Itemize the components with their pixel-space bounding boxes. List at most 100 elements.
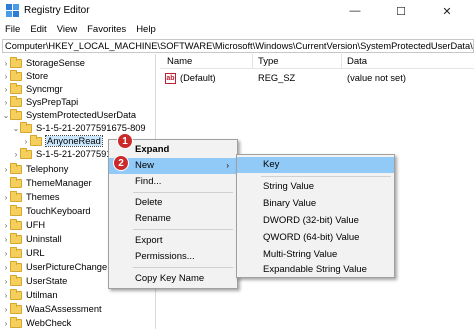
tree-item-label: Utilman [26,290,58,300]
tree-item-syncmgr[interactable]: › Syncmgr [2,82,63,96]
tree-item-touchkeyboard[interactable]: TouchKeyboard [2,204,91,218]
tree-item-ufh[interactable]: › UFH [2,218,45,232]
menu-item-find[interactable]: Find... [109,174,237,190]
menu-view[interactable]: View [52,22,82,38]
tree-item-anyoneread[interactable]: › AnyoneRead [22,134,103,148]
submenu-item-key[interactable]: Key [237,157,394,173]
folder-icon [10,260,22,272]
address-bar[interactable]: Computer\HKEY_LOCAL_MACHINE\SOFTWARE\Mic… [2,39,474,53]
expand-arrow-icon[interactable]: › [2,263,10,272]
expand-arrow-icon[interactable]: › [2,319,10,328]
expand-arrow-icon[interactable]: › [2,221,10,230]
tree-item-label: UFH [26,220,46,230]
folder-icon [20,121,32,133]
minimize-button[interactable]: — [338,0,372,22]
tree-item-systemprotecteduserdata[interactable]: ⌄ SystemProtectedUserData [2,108,136,122]
tree-item-thememanager[interactable]: ThemeManager [2,176,92,190]
folder-icon [10,56,22,68]
tree-item-label: S-1-5-21-2077591675-809 [36,123,146,133]
submenu-item-dword-value[interactable]: DWORD (32-bit) Value [237,213,394,229]
tree-item-label: Themes [26,192,60,202]
expand-arrow-icon[interactable]: › [2,277,10,286]
submenu-item-qword-value[interactable]: QWORD (64-bit) Value [237,230,394,246]
menu-item-new-label: New [135,160,155,171]
menu-item-permissions[interactable]: Permissions... [109,249,237,265]
close-button[interactable]: ✕ [430,0,464,22]
folder-icon [10,288,22,300]
menu-item-copy-key-name[interactable]: Copy Key Name [109,271,237,287]
collapse-arrow-icon[interactable]: ⌄ [12,124,20,133]
menu-help[interactable]: Help [131,22,161,38]
submenu-item-expandable-string-value[interactable]: Expandable String Value [237,262,394,278]
tree-item-waasassessment[interactable]: › WaaSAssessment [2,302,102,316]
folder-icon [30,134,42,146]
tree-item-themes[interactable]: › Themes [2,190,60,204]
tree-item-url[interactable]: › URL [2,246,45,260]
menu-file[interactable]: File [0,22,25,38]
tree-item-store[interactable]: › Store [2,69,48,83]
folder-icon [10,176,22,188]
menu-separator [261,176,391,177]
tree-item-sid-2[interactable]: › S-1-5-21-2077591... [12,147,119,161]
value-data: (value not set) [347,73,406,83]
column-divider[interactable] [252,54,253,69]
menu-item-export[interactable]: Export [109,233,237,249]
tree-item-label: URL [26,248,45,258]
maximize-button[interactable]: ☐ [384,0,418,22]
column-header-name[interactable]: Name [167,56,192,67]
tree-item-label: SysPrepTapi [26,97,79,107]
folder-icon [10,218,22,230]
minimize-icon: — [349,5,361,17]
expand-arrow-icon[interactable]: › [2,235,10,244]
tree-item-sysprep[interactable]: › SysPrepTapi [2,95,78,109]
menu-favorites[interactable]: Favorites [82,22,131,38]
submenu-item-string-value[interactable]: String Value [237,179,394,195]
tree-item-uninstall[interactable]: › Uninstall [2,232,62,246]
tree-item-utilman[interactable]: › Utilman [2,288,58,302]
close-icon: ✕ [442,5,452,18]
expand-arrow-icon[interactable]: › [12,150,20,159]
menu-item-delete[interactable]: Delete [109,195,237,211]
value-type: REG_SZ [258,73,296,83]
tree-item-userstate[interactable]: › UserState [2,274,67,288]
menu-edit[interactable]: Edit [25,22,51,38]
folder-icon [10,302,22,314]
expand-arrow-icon[interactable]: › [2,249,10,258]
column-header-data[interactable]: Data [347,56,367,67]
tree-item-webcheck[interactable]: › WebCheck [2,316,71,329]
tree-item-storagesense[interactable]: › StorageSense [2,56,85,70]
expand-arrow-icon[interactable]: › [22,137,30,146]
expand-arrow-icon[interactable]: › [2,291,10,300]
list-item[interactable]: ab (Default) REG_SZ (value not set) [160,72,474,86]
expand-arrow-icon[interactable]: › [2,193,10,202]
string-value-icon: ab [165,73,176,84]
menu-separator [133,267,233,268]
folder-icon [10,316,22,328]
expand-arrow-icon[interactable]: › [2,72,10,81]
new-submenu: Key String Value Binary Value DWORD (32-… [236,154,395,278]
expand-arrow-icon[interactable]: › [2,98,10,107]
tree-item-telephony[interactable]: › Telephony [2,162,68,176]
menu-item-rename[interactable]: Rename [109,211,237,227]
expand-arrow-icon[interactable]: › [2,59,10,68]
step-badge-2: 2 [113,155,129,171]
submenu-item-binary-value[interactable]: Binary Value [237,196,394,212]
tree-item-label: UserState [26,276,68,286]
expand-arrow-icon[interactable]: › [2,165,10,174]
column-divider[interactable] [341,54,342,69]
collapse-arrow-icon[interactable]: ⌄ [2,111,10,120]
list-header: Name Type Data [160,54,474,69]
column-header-type[interactable]: Type [258,56,279,67]
expand-arrow-icon[interactable]: › [2,85,10,94]
tree-item-label: StorageSense [26,58,85,68]
expand-arrow-icon[interactable]: › [2,305,10,314]
tree-item-label: UserPictureChange [26,262,108,272]
tree-item-label: WebCheck [26,318,72,328]
tree-item-label: WaaSAssessment [26,304,102,314]
tree-item-userpicturechange[interactable]: › UserPictureChange [2,260,107,274]
title-bar: Registry Editor — ☐ ✕ [0,0,474,22]
submenu-item-multi-string-value[interactable]: Multi-String Value [237,247,394,263]
folder-icon [10,162,22,174]
tree-item-label: Telephony [26,164,69,174]
tree-item-label: S-1-5-21-2077591... [36,149,120,159]
